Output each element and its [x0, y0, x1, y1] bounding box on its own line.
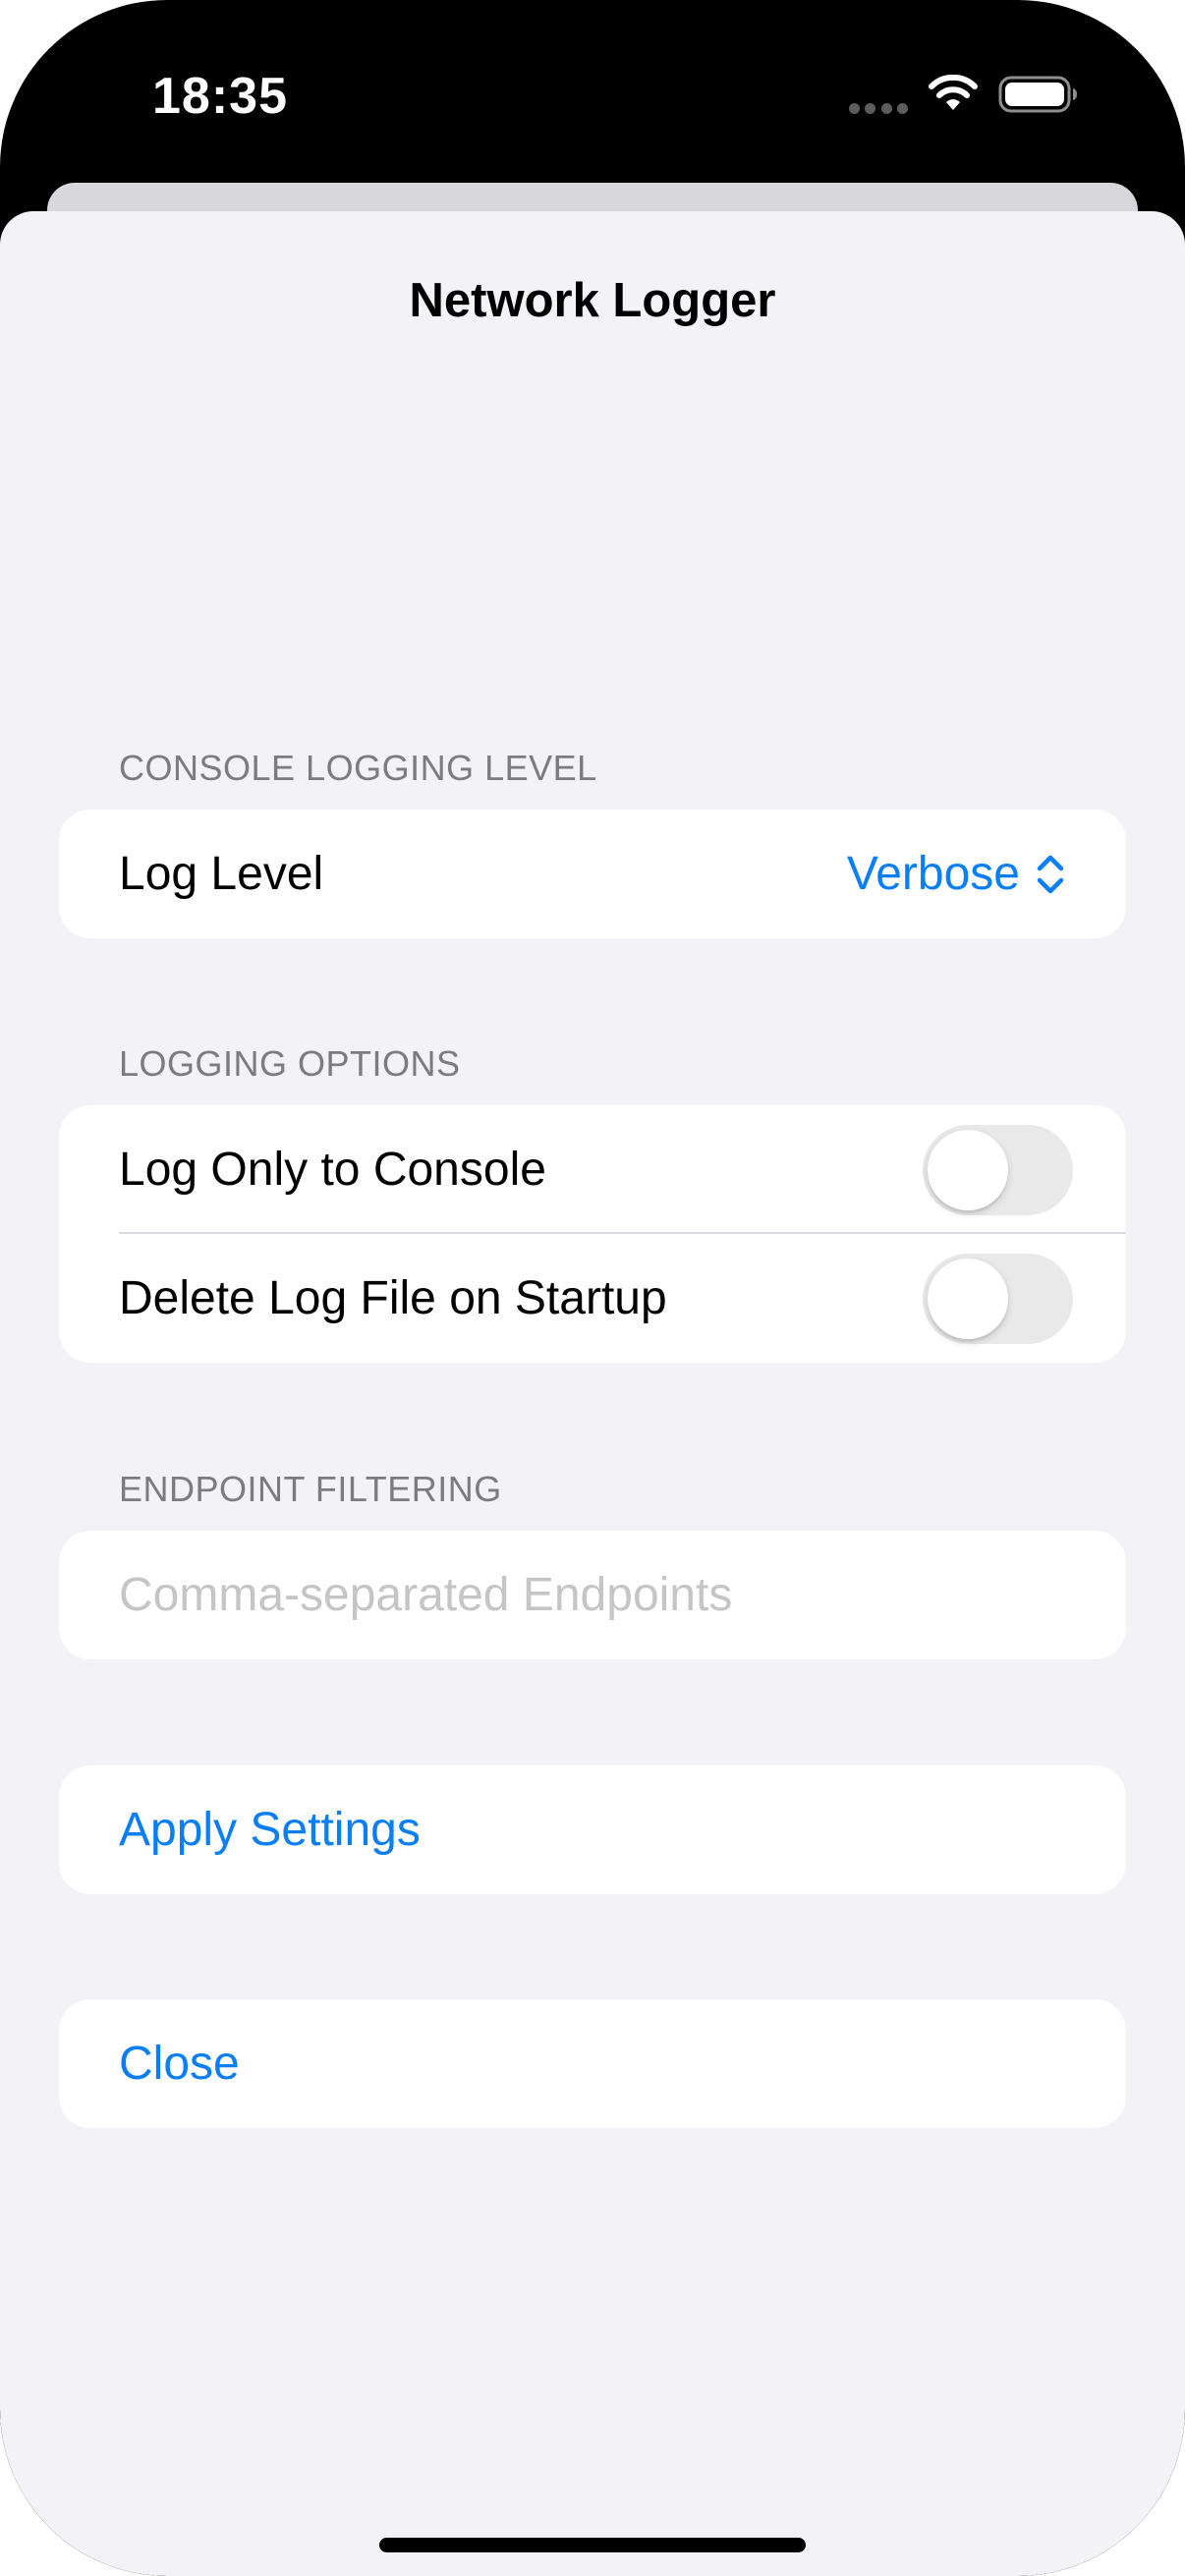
delete-log-label: Delete Log File on Startup: [119, 1272, 667, 1324]
close-button[interactable]: Close: [119, 1999, 240, 2128]
log-level-row[interactable]: Log Level Verbose: [59, 810, 1126, 938]
close-group: Close: [59, 1999, 1126, 2128]
sheet-title: Network Logger: [409, 274, 776, 327]
status-bar: 18:35: [0, 0, 1185, 187]
log-only-console-toggle[interactable]: [923, 1125, 1073, 1215]
device-screen: 18:35 Network Logger CONSOLE LOGGING LEV…: [0, 0, 1185, 2576]
home-indicator[interactable]: [379, 2538, 806, 2552]
logging-options-group: Log Only to Console Delete Log File on S…: [59, 1105, 1126, 1363]
apply-settings-group: Apply Settings: [59, 1765, 1126, 1894]
log-only-console-label: Log Only to Console: [119, 1144, 546, 1196]
log-level-label: Log Level: [119, 848, 324, 900]
apply-settings-button[interactable]: Apply Settings: [119, 1765, 421, 1894]
wifi-icon: [929, 75, 978, 110]
console-logging-group: Log Level Verbose: [59, 810, 1126, 938]
toggle-knob: [928, 1130, 1008, 1210]
delete-log-toggle[interactable]: [923, 1254, 1073, 1344]
endpoints-input[interactable]: [59, 1531, 1126, 1659]
section-header-logging-options: LOGGING OPTIONS: [119, 1043, 461, 1084]
toggle-knob: [928, 1259, 1008, 1339]
log-level-picker[interactable]: Verbose: [847, 810, 1067, 938]
chevron-up-down-icon: [1037, 855, 1064, 893]
battery-icon: [998, 76, 1077, 113]
status-time: 18:35: [152, 68, 288, 125]
settings-sheet: Network Logger CONSOLE LOGGING LEVEL Log…: [0, 211, 1185, 2576]
section-header-endpoint-filtering: ENDPOINT FILTERING: [119, 1469, 502, 1509]
log-level-value: Verbose: [846, 848, 1020, 900]
log-only-console-row: Log Only to Console: [59, 1105, 1126, 1234]
delete-log-row: Delete Log File on Startup: [59, 1234, 1126, 1363]
cellular-signal-icon: [849, 103, 908, 115]
endpoint-filtering-group: [59, 1531, 1126, 1659]
section-header-console-logging: CONSOLE LOGGING LEVEL: [119, 748, 597, 788]
